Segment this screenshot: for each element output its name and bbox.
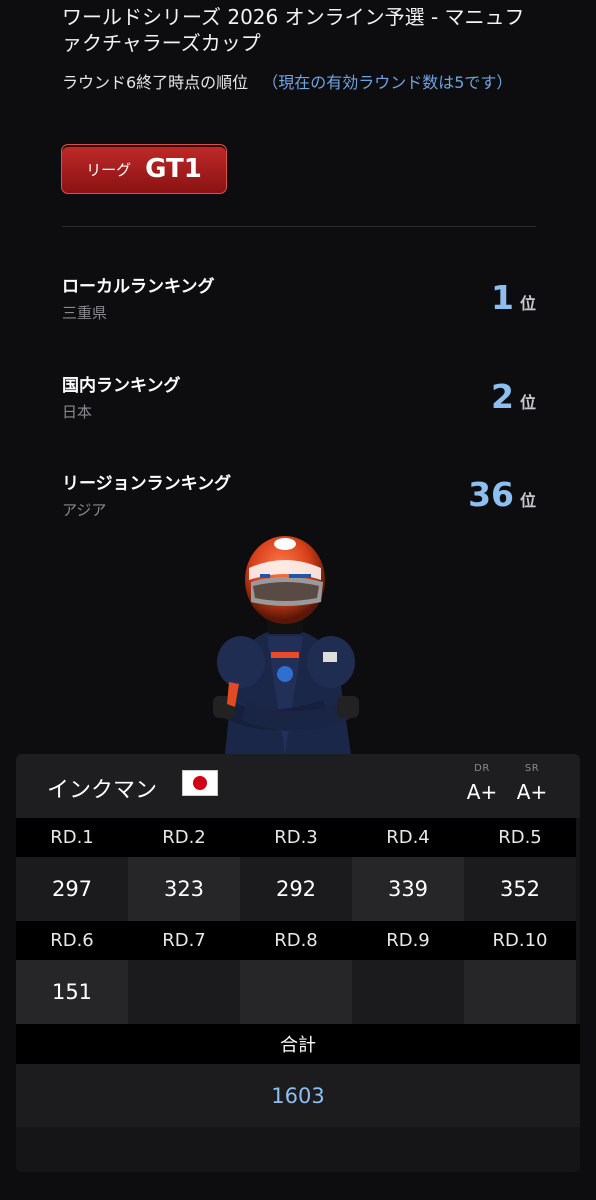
driver-rating: DR A+ (462, 763, 502, 804)
round-label: RD.2 (128, 818, 240, 857)
round-label: RD.8 (240, 921, 352, 960)
ranking-value: 1 (491, 278, 514, 317)
round-score: 292 (240, 857, 352, 921)
national-ranking: 国内ランキング 日本 2 位 (62, 371, 536, 431)
ranking-value: 36 (468, 475, 514, 514)
round-score-row-1: 297 323 292 339 352 (16, 857, 576, 921)
league-value: GT1 (145, 154, 202, 184)
round-label: RD.7 (128, 921, 240, 960)
round-header-row-1: RD.1 RD.2 RD.3 RD.4 RD.5 (16, 818, 576, 857)
valid-rounds-note: （現在の有効ラウンド数は5です） (262, 73, 513, 92)
section-divider (62, 226, 536, 227)
ranking-unit: 位 (519, 294, 536, 313)
round-score: 151 (16, 960, 128, 1024)
player-name: インクマン (47, 778, 158, 803)
ranking-name: リージョンランキング (62, 474, 232, 494)
round-label: RD.4 (352, 818, 464, 857)
page-title: ワールドシリーズ 2026 オンライン予選 - マニュファクチャラーズカップ (62, 5, 525, 55)
local-ranking: ローカルランキング 三重県 1 位 (62, 272, 536, 332)
round-score (240, 960, 352, 1024)
round-label: RD.10 (464, 921, 576, 960)
total-value: 1603 (16, 1064, 580, 1127)
dr-value: A+ (466, 780, 498, 804)
ranking-region: アジア (62, 501, 107, 519)
standings-round-text: ラウンド6終了時点の順位 (62, 73, 249, 92)
ranking-unit: 位 (519, 393, 536, 412)
dr-label: DR (474, 763, 490, 774)
player-header: インクマン DR A+ SR A+ (16, 754, 580, 818)
round-score: 339 (352, 857, 464, 921)
sportsmanship-rating: SR A+ (512, 763, 552, 804)
driver-avatar-illustration (213, 536, 359, 754)
ranking-region: 三重県 (62, 304, 108, 322)
ranking-value: 2 (491, 377, 514, 416)
flag-sun (193, 776, 207, 790)
round-label: RD.1 (16, 818, 128, 857)
round-score: 297 (16, 857, 128, 921)
ranking-unit: 位 (519, 491, 536, 510)
ranking-name: ローカルランキング (62, 277, 215, 297)
league-label: リーグ (86, 160, 132, 179)
round-score (464, 960, 576, 1024)
sr-value: A+ (516, 780, 548, 804)
sr-label: SR (524, 763, 540, 774)
round-scores-card: インクマン DR A+ SR A+ RD.1 RD.2 RD.3 RD.4 RD… (16, 754, 580, 1172)
ranking-name: 国内ランキング (62, 376, 181, 396)
round-score: 352 (464, 857, 576, 921)
japan-flag-icon (182, 770, 218, 796)
round-label: RD.6 (16, 921, 128, 960)
total-label: 合計 (16, 1024, 580, 1064)
ranking-region: 日本 (62, 403, 93, 421)
standings-subtitle: ラウンド6終了時点の順位 （現在の有効ラウンド数は5です） (62, 72, 542, 93)
round-label: RD.5 (464, 818, 576, 857)
round-label: RD.9 (352, 921, 464, 960)
league-button[interactable]: リーグ GT1 (61, 144, 227, 194)
round-label: RD.3 (240, 818, 352, 857)
round-score (352, 960, 464, 1024)
round-score: 323 (128, 857, 240, 921)
regional-ranking: リージョンランキング アジア 36 位 (62, 469, 536, 529)
round-score (128, 960, 240, 1024)
round-score-row-2: 151 (16, 960, 576, 1024)
round-header-row-2: RD.6 RD.7 RD.8 RD.9 RD.10 (16, 921, 576, 960)
